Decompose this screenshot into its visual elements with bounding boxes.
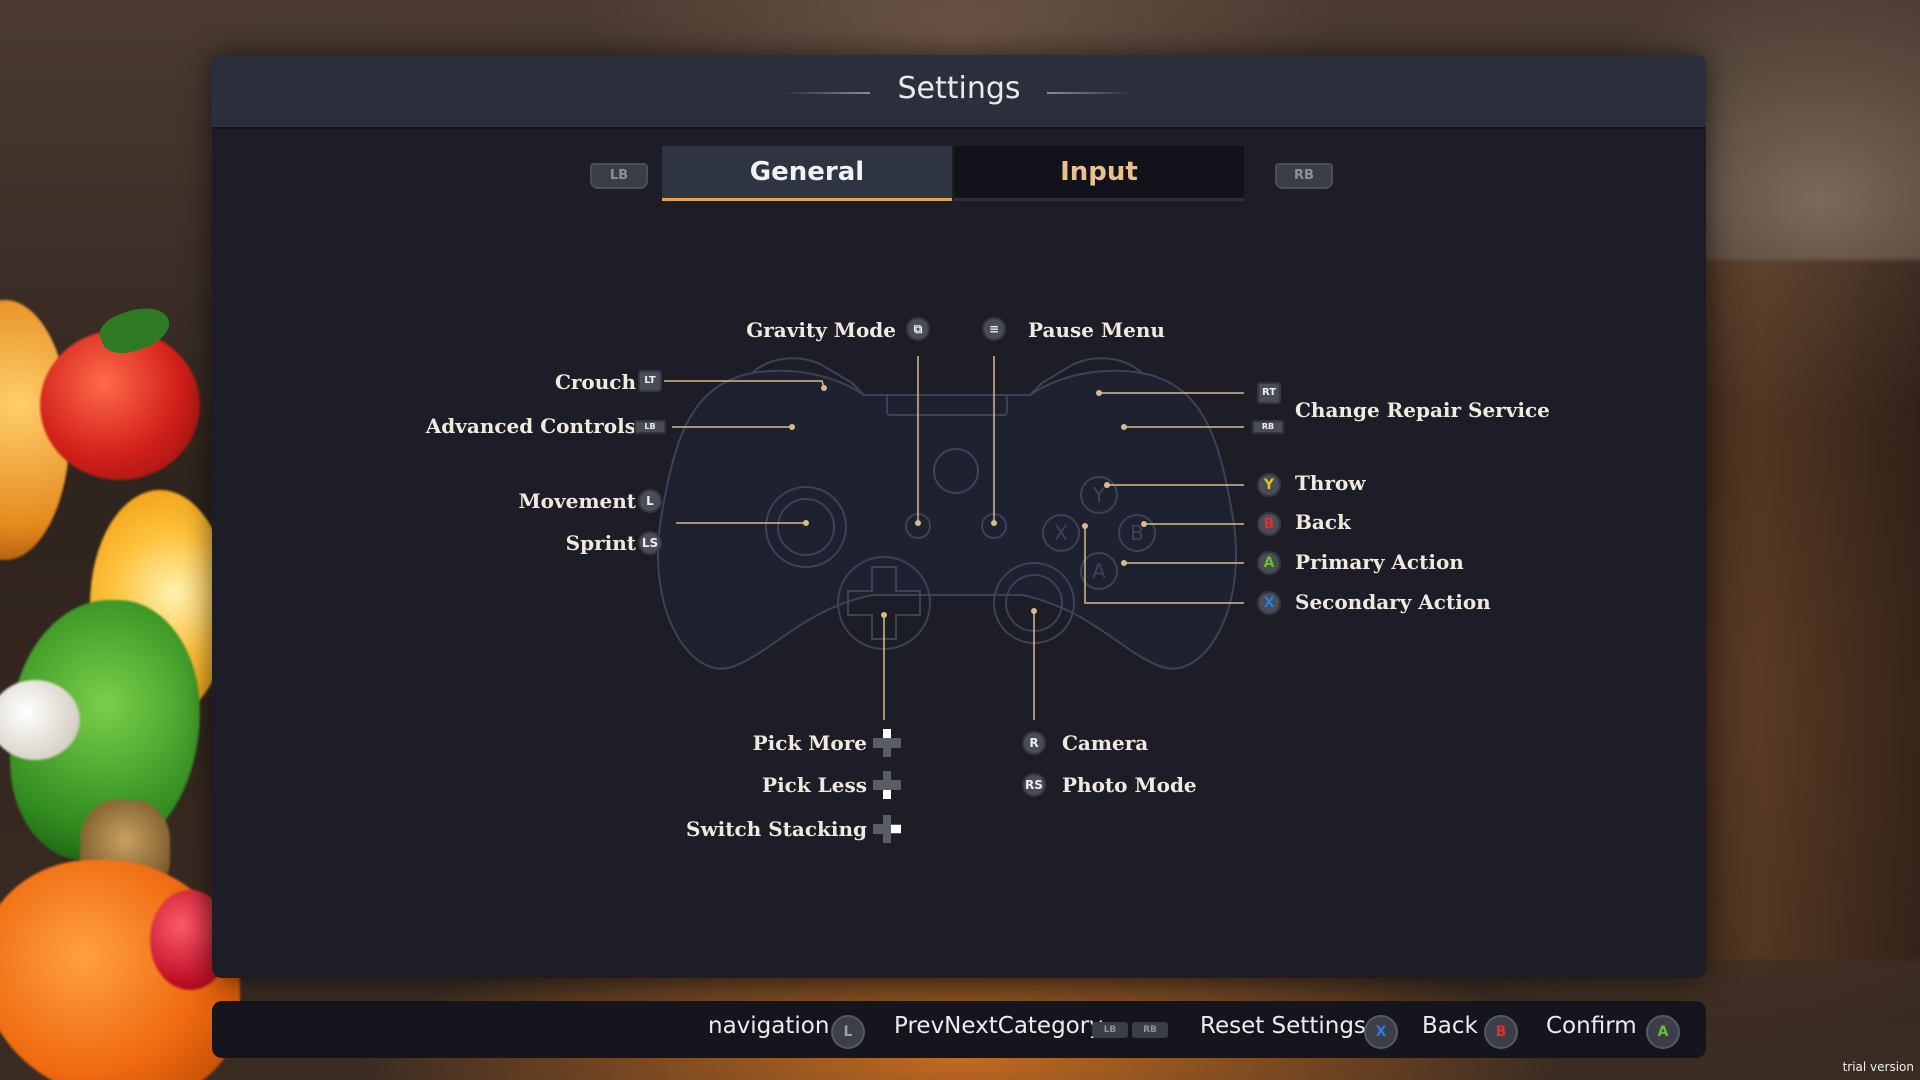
dot-back xyxy=(1141,521,1147,527)
pause-menu-label: Pause Menu xyxy=(1028,318,1165,342)
left-stick-click-icon: LS xyxy=(638,531,662,555)
switch-stacking-label: Switch Stacking xyxy=(686,817,867,841)
trial-watermark: trial version xyxy=(1842,1060,1914,1074)
back-hint[interactable]: Back xyxy=(1422,1013,1478,1039)
rb-hint-icon[interactable]: RB xyxy=(1132,1022,1168,1038)
left-stick-hint-icon: L xyxy=(831,1015,865,1049)
primary-action-label: Primary Action xyxy=(1295,550,1464,574)
dot-rt xyxy=(1096,390,1102,396)
menu-button-icon: ≡ xyxy=(982,317,1006,341)
lb-hint-icon[interactable]: LB xyxy=(1092,1022,1128,1038)
dot-advanced-controls xyxy=(789,424,795,430)
a-hint-icon[interactable]: A xyxy=(1646,1015,1680,1049)
x-letter: X xyxy=(1054,521,1068,545)
y-button-icon: Y xyxy=(1257,473,1281,497)
controller-diagram: Y B A X xyxy=(657,356,1244,720)
settings-panel: Settings LB General Input RB Y B A X Gra… xyxy=(212,55,1706,978)
crouch-label: Crouch xyxy=(554,370,636,394)
photo-mode-label: Photo Mode xyxy=(1062,773,1197,797)
dot-movement xyxy=(803,520,809,526)
right-stick-icon: R xyxy=(1022,731,1046,755)
b-hint-icon[interactable]: B xyxy=(1484,1015,1518,1049)
lt-button-icon: LT xyxy=(638,370,662,392)
dpad-down-icon xyxy=(873,771,901,799)
pick-more-label: Pick More xyxy=(752,731,867,755)
prev-next-category-hint[interactable]: PrevNextCategory xyxy=(894,1013,1103,1039)
sprint-label: Sprint xyxy=(565,531,636,555)
x-hint-icon[interactable]: X xyxy=(1364,1015,1398,1049)
dot-crouch xyxy=(821,385,827,391)
dot-rb xyxy=(1121,424,1127,430)
dot-gravity xyxy=(915,520,921,526)
secondary-action-label: Secondary Action xyxy=(1295,590,1491,614)
dpad-up-icon xyxy=(873,729,901,757)
rb-button-icon: RB xyxy=(1252,420,1284,434)
a-button-icon: A xyxy=(1257,551,1281,575)
reset-settings-hint[interactable]: Reset Settings xyxy=(1200,1013,1366,1039)
x-button-icon: X xyxy=(1257,591,1281,615)
confirm-hint[interactable]: Confirm xyxy=(1546,1013,1637,1039)
pick-less-label: Pick Less xyxy=(762,773,867,797)
dot-pick-more xyxy=(881,612,887,618)
rt-button-icon: RT xyxy=(1257,382,1281,404)
a-letter: A xyxy=(1092,559,1106,583)
view-button-icon: ⧉ xyxy=(906,317,930,341)
movement-label: Movement xyxy=(518,489,637,513)
dot-throw xyxy=(1104,482,1110,488)
back-label: Back xyxy=(1295,510,1351,534)
lb-button-icon: LB xyxy=(634,420,666,434)
camera-label: Camera xyxy=(1062,731,1149,755)
dot-pause xyxy=(991,520,997,526)
dot-primary xyxy=(1121,560,1127,566)
dot-secondary xyxy=(1082,523,1088,529)
b-button-icon: B xyxy=(1257,512,1281,536)
advanced-controls-label: Advanced Controls xyxy=(425,414,636,438)
navigation-hint: navigation xyxy=(708,1013,830,1039)
hint-bar: navigation L PrevNextCategory LB RB Rese… xyxy=(212,1001,1706,1058)
y-letter: Y xyxy=(1092,483,1106,507)
throw-label: Throw xyxy=(1295,471,1366,495)
change-repair-service-label: Change Repair Service xyxy=(1295,398,1550,422)
dpad-right-icon xyxy=(873,815,901,843)
left-stick-icon: L xyxy=(638,489,662,513)
dot-camera xyxy=(1031,608,1037,614)
gravity-mode-label: Gravity Mode xyxy=(746,318,896,342)
right-stick-click-icon: RS xyxy=(1022,773,1046,797)
